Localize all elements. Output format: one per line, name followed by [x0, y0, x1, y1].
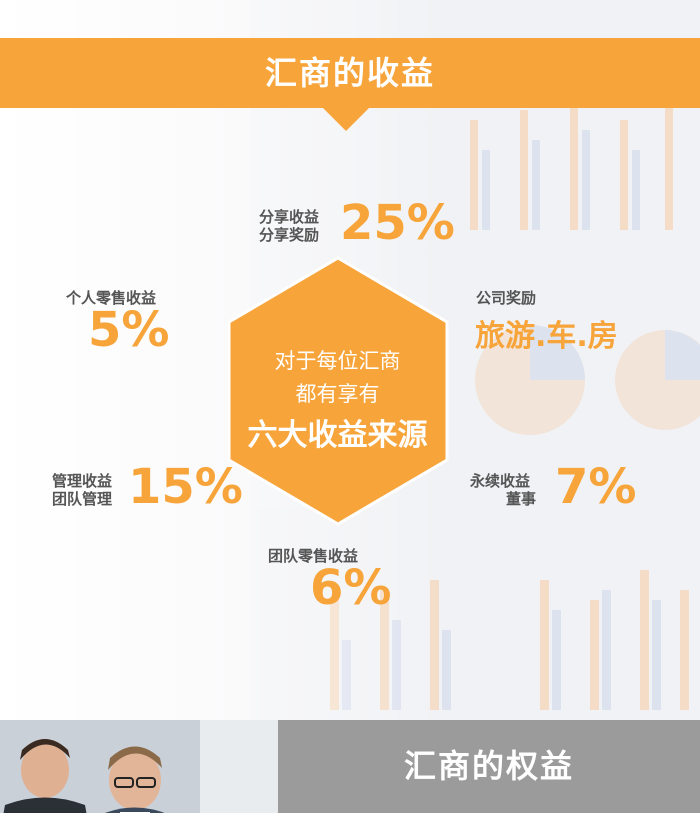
- management-value: 15%: [128, 459, 243, 515]
- management-label-line2: 团队管理: [52, 490, 113, 508]
- team-value: 6%: [310, 560, 392, 616]
- header-banner-pointer: [322, 107, 370, 131]
- header-title: 汇商的收益: [264, 54, 435, 92]
- company-value: 旅游.车.房: [475, 319, 618, 354]
- perpetual-label-line2: 董事: [506, 490, 537, 508]
- perpetual-label-line1: 永续收益: [470, 472, 531, 490]
- perpetual-value: 7%: [555, 459, 637, 515]
- share-label-line1: 分享收益: [259, 208, 320, 226]
- company-label: 公司奖励: [476, 289, 537, 307]
- center-text-line3: 六大收益来源: [247, 418, 428, 453]
- share-label-line2: 分享奖励: [259, 226, 320, 244]
- center-text-line2: 都有享有: [295, 382, 380, 406]
- center-text-line1: 对于每位汇商: [274, 349, 401, 373]
- bottom-strip: [0, 813, 700, 833]
- footer-title: 汇商的权益: [403, 747, 574, 785]
- management-label-line1: 管理收益: [52, 472, 113, 490]
- personal-value: 5%: [88, 302, 170, 358]
- share-value: 25%: [340, 195, 455, 251]
